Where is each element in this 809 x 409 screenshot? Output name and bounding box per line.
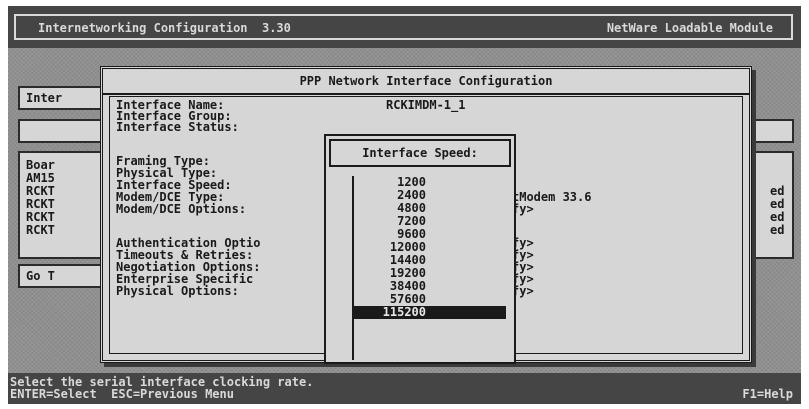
inter-tab-label: Inter bbox=[26, 91, 63, 105]
title-bar: Internetworking Configuration 3.30 NetWa… bbox=[8, 6, 801, 48]
speed-option[interactable]: 9600 bbox=[352, 228, 506, 241]
speed-popup-title: Interface Speed: bbox=[329, 139, 511, 167]
field-label: Interface Status: bbox=[116, 120, 239, 134]
help-hint[interactable]: F1=Help bbox=[742, 388, 793, 401]
key-hints: ENTER=Select ESC=Previous Menu bbox=[10, 387, 234, 401]
go-to-label: Go T bbox=[26, 269, 55, 283]
speed-option[interactable]: 14400 bbox=[352, 254, 506, 267]
title-frame: Internetworking Configuration 3.30 NetWa… bbox=[14, 14, 793, 40]
speed-option-list[interactable]: 1200 2400 4800 7200 9600 12000 14400 192… bbox=[352, 176, 506, 360]
speed-option[interactable]: 7200 bbox=[352, 215, 506, 228]
speed-option[interactable]: 38400 bbox=[352, 280, 506, 293]
board-row[interactable]: RCKT bbox=[26, 224, 55, 237]
speed-option[interactable]: 12000 bbox=[352, 241, 506, 254]
speed-option[interactable]: 4800 bbox=[352, 202, 506, 215]
board-status: ed bbox=[770, 223, 785, 237]
speed-option[interactable]: 19200 bbox=[352, 267, 506, 280]
speed-option[interactable]: 57600 bbox=[352, 293, 506, 306]
interface-name-value[interactable]: RCKIMDM-1_1 bbox=[386, 99, 465, 112]
ppp-window-title: PPP Network Interface Configuration bbox=[103, 69, 749, 95]
speed-option[interactable]: 2400 bbox=[352, 189, 506, 202]
speed-option[interactable]: 1200 bbox=[352, 176, 506, 189]
status-bar: Select the serial interface clocking rat… bbox=[8, 373, 801, 404]
interface-speed-popup: Interface Speed: 1200 2400 4800 7200 960… bbox=[324, 134, 516, 364]
app-title: Internetworking Configuration 3.30 bbox=[38, 21, 291, 35]
module-type: NetWare Loadable Module bbox=[606, 21, 773, 35]
speed-option-selected[interactable]: 115200 bbox=[352, 306, 506, 319]
field-label: Modem/DCE Options: bbox=[116, 202, 247, 216]
terminal-screen: Internetworking Configuration 3.30 NetWa… bbox=[8, 6, 801, 404]
field-label: Physical Options: bbox=[116, 284, 239, 298]
